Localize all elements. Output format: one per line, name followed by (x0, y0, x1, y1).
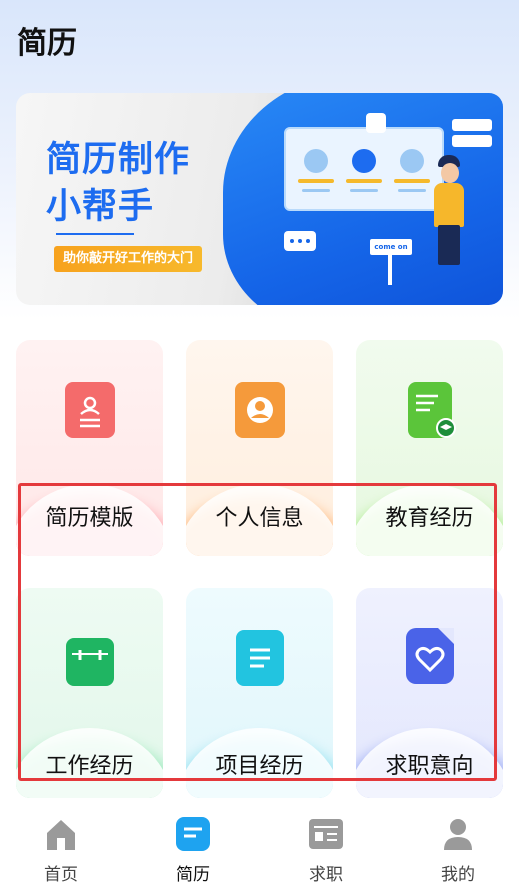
rating-stars-illustration (394, 179, 430, 183)
tile-job-intention[interactable]: 求职意向 (356, 588, 503, 798)
tile-label: 简历模版 (45, 506, 134, 531)
come-on-sign: come on (370, 239, 412, 255)
chat-bubble-icon (284, 231, 316, 251)
tile-label: 项目经历 (215, 754, 304, 779)
avatar-illustration (304, 149, 328, 173)
tile-project-experience[interactable]: 项目经历 (186, 588, 333, 798)
rating-stars-illustration (298, 179, 334, 183)
nav-label: 我的 (441, 865, 475, 885)
text-lines-illustration (350, 189, 378, 192)
user-icon (440, 816, 476, 852)
tile-education[interactable]: 教育经历 (356, 340, 503, 556)
tile-work-experience[interactable]: 工作经历 (16, 588, 163, 798)
banner-title: 简历制作 小帮手 (46, 137, 190, 231)
nav-label: 求职 (309, 865, 343, 885)
nav-item-job[interactable]: 求职 (281, 816, 371, 885)
avatar-illustration (352, 149, 376, 173)
person-illustration-body (434, 183, 464, 227)
heart-doc-icon (405, 628, 454, 684)
tile-personal-info[interactable]: 个人信息 (186, 340, 333, 556)
nav-item-home[interactable]: 首页 (16, 816, 106, 885)
resume-card-illustration (284, 127, 444, 211)
server-icon (452, 119, 492, 131)
tile-label: 工作经历 (45, 754, 134, 779)
tile-label: 个人信息 (215, 506, 304, 531)
home-icon (43, 816, 79, 852)
project-list-icon (235, 630, 284, 686)
text-lines-illustration (302, 189, 330, 192)
tile-resume-template[interactable]: 简历模版 (16, 340, 163, 556)
bottom-nav: 首页 简历 求职 我的 (0, 798, 519, 889)
profile-card-icon (234, 382, 285, 438)
server-icon (452, 135, 492, 147)
person-illustration-legs (438, 225, 460, 265)
banner-title-line2: 小帮手 (46, 187, 155, 227)
job-search-icon (308, 816, 344, 852)
thumbs-up-icon (366, 113, 386, 133)
person-illustration-head (441, 163, 459, 183)
nav-label: 简历 (176, 865, 210, 885)
tile-label: 求职意向 (385, 754, 474, 779)
tile-label: 教育经历 (385, 506, 474, 531)
nav-label: 首页 (44, 865, 78, 885)
nav-item-mine[interactable]: 我的 (413, 816, 503, 885)
sign-pole (388, 255, 392, 285)
rating-stars-illustration (346, 179, 382, 183)
resume-icon (175, 816, 211, 852)
education-doc-icon (407, 382, 456, 438)
promo-banner[interactable]: 简历制作 小帮手 助你敲开好工作的大门 come on (16, 93, 503, 305)
banner-subtitle-badge: 助你敲开好工作的大门 (54, 246, 203, 272)
resume-template-icon (64, 382, 115, 438)
avatar-illustration (400, 149, 424, 173)
banner-title-line1: 简历制作 (46, 140, 191, 180)
nav-item-resume[interactable]: 简历 (148, 816, 238, 885)
page-title: 简历 (17, 26, 77, 61)
briefcase-bag-icon (65, 630, 114, 686)
text-lines-illustration (398, 189, 426, 192)
banner-divider (56, 233, 134, 235)
